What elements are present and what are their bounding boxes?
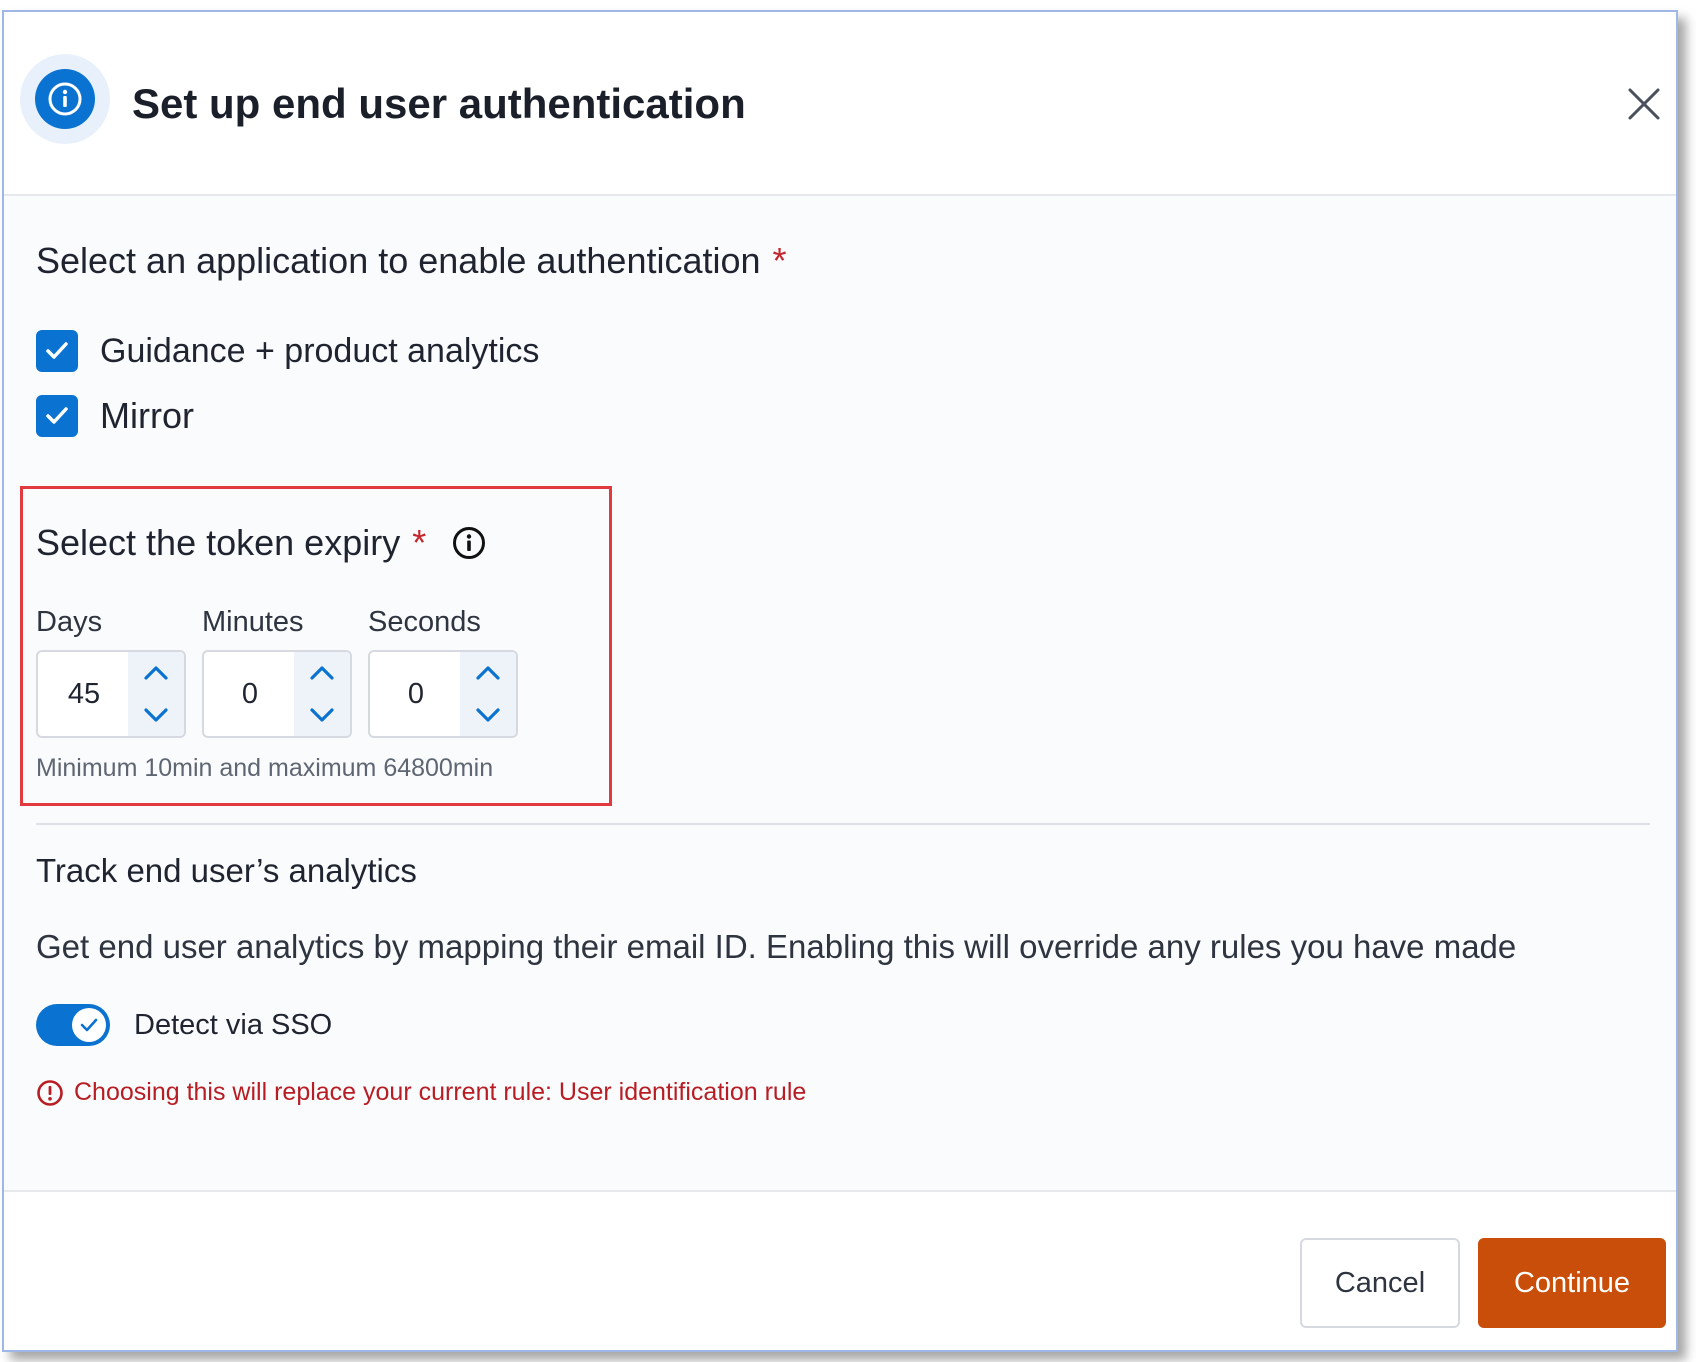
required-marker: * (772, 240, 787, 281)
sso-toggle[interactable] (36, 1004, 110, 1046)
checkmark-icon (46, 342, 68, 359)
sso-toggle-row: Detect via SSO (36, 1004, 332, 1046)
seconds-increment-button[interactable] (460, 652, 516, 694)
seconds-stepper[interactable]: 0 (368, 650, 518, 738)
warning-text: Choosing this will replace your current … (74, 1078, 807, 1106)
checkbox-guidance-analytics[interactable]: Guidance + product analytics (36, 330, 539, 372)
days-stepper[interactable]: 45 (36, 650, 186, 738)
sso-toggle-label: Detect via SSO (134, 1008, 333, 1041)
minutes-increment-button[interactable] (294, 652, 350, 694)
checkbox-label: Guidance + product analytics (100, 331, 540, 370)
info-circle-icon (35, 69, 95, 129)
stepper-buttons (460, 652, 516, 736)
checkbox-mirror[interactable]: Mirror (36, 395, 194, 437)
checkmark-icon (80, 1018, 98, 1032)
minutes-stepper[interactable]: 0 (202, 650, 352, 738)
checkmark-icon (46, 407, 68, 424)
header-icon-badge (20, 54, 110, 144)
rule-replace-warning: Choosing this will replace your current … (36, 1078, 806, 1107)
days-decrement-button[interactable] (128, 694, 184, 736)
dialog-header: Set up end user authentication (4, 12, 1676, 196)
auth-setup-dialog: Set up end user authentication Select an… (2, 10, 1678, 1352)
analytics-title: Track end user’s analytics (36, 852, 417, 889)
stepper-buttons (128, 652, 184, 736)
stepper-buttons (294, 652, 350, 736)
cancel-button[interactable]: Cancel (1300, 1238, 1460, 1328)
chevron-up-icon (144, 666, 168, 680)
seconds-input[interactable]: 0 (370, 652, 462, 736)
required-marker: * (412, 522, 427, 563)
info-icon[interactable] (452, 526, 486, 560)
days-input[interactable]: 45 (38, 652, 130, 736)
days-label: Days (36, 606, 103, 638)
chevron-up-icon (310, 666, 334, 680)
seconds-decrement-button[interactable] (460, 694, 516, 736)
close-icon (1628, 88, 1660, 120)
application-label-text: Select an application to enable authenti… (36, 240, 761, 281)
checkbox-box[interactable] (36, 395, 78, 437)
checkbox-label: Mirror (100, 395, 194, 436)
token-expiry-label: Select the token expiry * (36, 522, 486, 564)
analytics-description: Get end user analytics by mapping their … (36, 928, 1517, 965)
minutes-decrement-button[interactable] (294, 694, 350, 736)
application-section-label: Select an application to enable authenti… (36, 240, 787, 282)
minutes-input[interactable]: 0 (204, 652, 296, 736)
chevron-down-icon (144, 708, 168, 722)
continue-button[interactable]: Continue (1478, 1238, 1666, 1328)
days-increment-button[interactable] (128, 652, 184, 694)
token-expiry-label-text: Select the token expiry (36, 522, 401, 563)
seconds-label: Seconds (368, 606, 481, 638)
minutes-label: Minutes (202, 606, 304, 638)
dialog-title: Set up end user authentication (132, 80, 746, 127)
section-divider (36, 823, 1650, 825)
dialog-footer: Cancel Continue (4, 1190, 1676, 1350)
chevron-down-icon (310, 708, 334, 722)
token-expiry-hint: Minimum 10min and maximum 64800min (36, 754, 494, 782)
toggle-knob (72, 1008, 106, 1042)
checkbox-box[interactable] (36, 330, 78, 372)
alert-circle-icon (37, 1079, 63, 1106)
chevron-up-icon (476, 666, 500, 680)
close-button[interactable] (1622, 82, 1666, 126)
chevron-down-icon (476, 708, 500, 722)
